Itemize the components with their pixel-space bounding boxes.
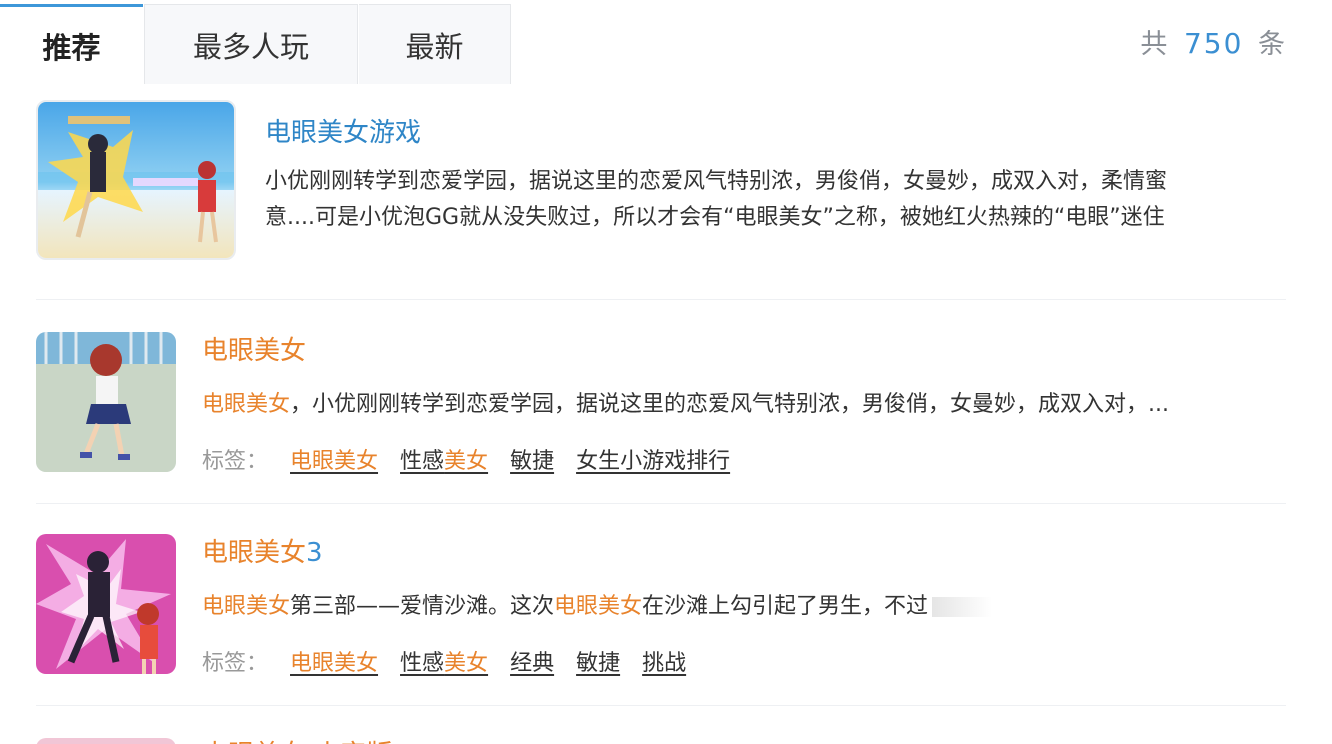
tag-highlight: 电眼美女: [290, 651, 379, 676]
game-thumbnail[interactable]: [36, 332, 176, 472]
list-item-partial: 电眼美女 小字版: [36, 720, 1286, 744]
tag-text: 敏捷: [576, 651, 621, 676]
desc-highlight: 电眼美女: [202, 392, 291, 417]
tab-most-played[interactable]: 最多人玩: [144, 4, 358, 84]
featured-game: 电眼美女游戏 小优刚刚转学到恋爱学园，据说这里的恋爱风气特别浓，男俊俏，女曼妙，…: [36, 100, 1286, 300]
featured-title[interactable]: 电眼美女游戏: [265, 112, 421, 149]
tag-highlight: 美女: [444, 651, 489, 676]
game-title-text: 电眼美女: [202, 538, 307, 568]
tag-list: 标签： 电眼美女 性感美女 敏捷 女生小游戏排行: [202, 443, 730, 475]
tag-link[interactable]: 敏捷: [576, 645, 620, 677]
tag-link[interactable]: 性感美女: [400, 443, 488, 475]
count-suffix: 条: [1258, 29, 1287, 60]
desc-text: ，小优刚刚转学到恋爱学园，据说这里的恋爱风气特别浓，男俊俏，女曼妙，成双入对，.…: [290, 392, 1169, 417]
tag-text: 挑战: [642, 651, 687, 676]
featured-description: 小优刚刚转学到恋爱学园，据说这里的恋爱风气特别浓，男俊俏，女曼妙，成双入对，柔情…: [265, 164, 1295, 236]
tag-text: 性感: [400, 449, 445, 474]
featured-desc-line1: 小优刚刚转学到恋爱学园，据说这里的恋爱风气特别浓，男俊俏，女曼妙，成双入对，柔情…: [265, 169, 1168, 194]
tab-bar: 推荐 最多人玩 最新 共 750 条: [0, 0, 1332, 84]
tag-link[interactable]: 敏捷: [510, 443, 554, 475]
tags-label: 标签：: [202, 449, 269, 474]
game-thumbnail[interactable]: [36, 738, 176, 744]
game-title[interactable]: 电眼美女: [202, 330, 306, 367]
count-prefix: 共: [1140, 29, 1170, 60]
tab-recommended[interactable]: 推荐: [0, 4, 143, 84]
game-thumbnail[interactable]: [36, 534, 176, 674]
tag-text: 敏捷: [510, 449, 555, 474]
game-title[interactable]: 电眼美女3: [202, 532, 323, 569]
tag-list: 标签： 电眼美女 性感美女 经典 敏捷 挑战: [202, 645, 686, 677]
game-title[interactable]: 电眼美女 小字版: [202, 734, 392, 744]
tag-link[interactable]: 女生小游戏排行: [576, 443, 730, 475]
featured-thumbnail[interactable]: [36, 100, 236, 260]
game-description: 电眼美女第三部——爱情沙滩。这次电眼美女在沙滩上勾引起了男生，不过: [202, 588, 993, 620]
list-item: 电眼美女 电眼美女，小优刚刚转学到恋爱学园，据说这里的恋爱风气特别浓，男俊俏，女…: [36, 302, 1286, 504]
game-title-text: 电眼美女: [202, 336, 307, 366]
game-title-suffix: 3: [306, 538, 323, 568]
tag-link[interactable]: 电眼美女: [290, 443, 378, 475]
tab-newest[interactable]: 最新: [359, 4, 511, 84]
list-item: 电眼美女3 电眼美女第三部——爱情沙滩。这次电眼美女在沙滩上勾引起了男生，不过 …: [36, 504, 1286, 706]
desc-text: 在沙滩上勾引起了男生，不过: [642, 594, 929, 619]
tag-link[interactable]: 性感美女: [400, 645, 488, 677]
tag-highlight: 美女: [444, 449, 489, 474]
text-fade: [932, 597, 993, 617]
result-count: 共 750 条: [1140, 22, 1287, 61]
desc-text: 第三部——爱情沙滩。这次: [290, 594, 555, 619]
featured-desc-line2: 意....可是小优泡GG就从没失败过，所以才会有“电眼美女”之称，被她红火热辣的…: [265, 205, 1165, 230]
tag-highlight: 电眼美女: [290, 449, 379, 474]
tag-link[interactable]: 电眼美女: [290, 645, 378, 677]
desc-highlight: 电眼美女: [202, 594, 291, 619]
tag-text: 性感: [400, 651, 445, 676]
game-description: 电眼美女，小优刚刚转学到恋爱学园，据说这里的恋爱风气特别浓，男俊俏，女曼妙，成双…: [202, 386, 1169, 418]
tags-label: 标签：: [202, 651, 269, 676]
tag-text: 女生小游戏排行: [576, 449, 731, 474]
desc-highlight: 电眼美女: [554, 594, 643, 619]
tag-text: 经典: [510, 651, 555, 676]
count-value: 750: [1183, 27, 1244, 60]
tag-link[interactable]: 挑战: [642, 645, 686, 677]
tag-link[interactable]: 经典: [510, 645, 554, 677]
